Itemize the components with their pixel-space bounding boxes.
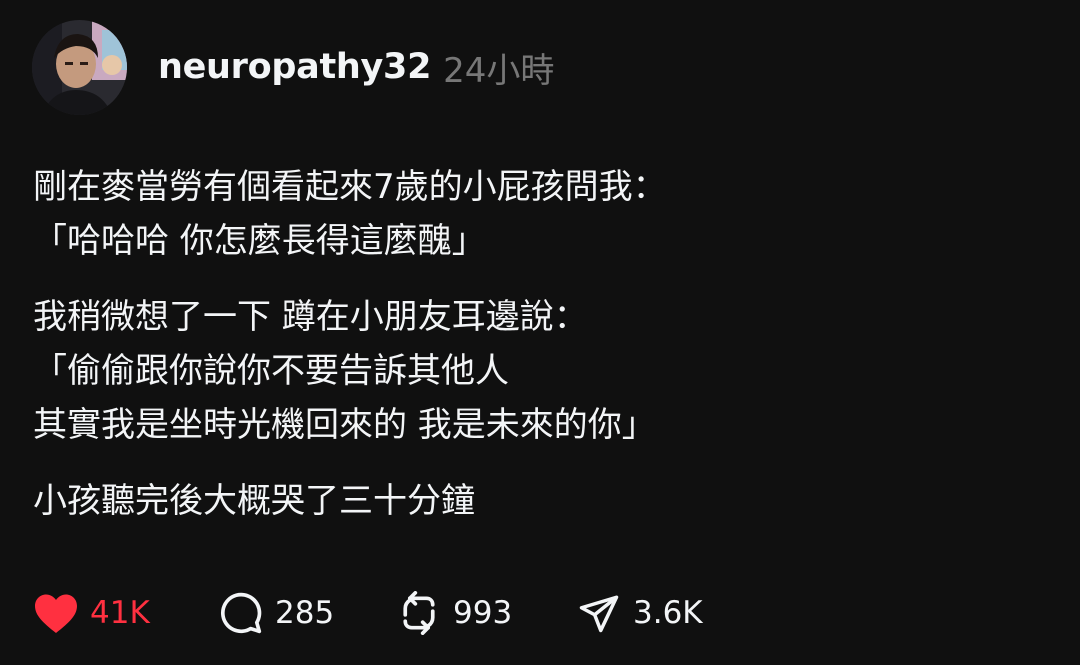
paragraph: 剛在麥當勞有個看起來7歲的小屁孩問我： 「哈哈哈 你怎麼長得這麼醜」 xyxy=(33,160,1043,268)
heart-icon xyxy=(32,589,80,637)
repost-button[interactable]: 993 xyxy=(395,589,575,637)
send-icon xyxy=(575,589,623,637)
post-body: 剛在麥當勞有個看起來7歲的小屁孩問我： 「哈哈哈 你怎麼長得這麼醜」 我稍微想了… xyxy=(33,160,1043,550)
like-button[interactable]: 41K xyxy=(32,589,217,637)
share-button[interactable]: 3.6K xyxy=(575,589,703,637)
thread-post: neuropathy32 24小時 剛在麥當勞有個看起來7歲的小屁孩問我： 「哈… xyxy=(0,0,1080,665)
text-line: 「哈哈哈 你怎麼長得這麼醜」 xyxy=(33,221,486,261)
reply-count: 285 xyxy=(275,595,335,631)
post-timestamp: 24小時 xyxy=(443,50,555,91)
text-line: 小孩聽完後大概哭了三十分鐘 xyxy=(33,481,475,521)
repost-count: 993 xyxy=(453,595,513,631)
repost-icon xyxy=(395,589,443,637)
post-header: neuropathy32 24小時 xyxy=(32,19,554,115)
comment-icon xyxy=(217,589,265,637)
paragraph: 我稍微想了一下 蹲在小朋友耳邊說： 「偷偷跟你說你不要告訴其他人 其實我是坐時光… xyxy=(33,290,1043,452)
text-line: 我稍微想了一下 蹲在小朋友耳邊說： xyxy=(33,297,588,337)
reply-button[interactable]: 285 xyxy=(217,589,395,637)
text-line: 剛在麥當勞有個看起來7歲的小屁孩問我： xyxy=(33,167,667,207)
username[interactable]: neuropathy32 xyxy=(158,47,431,87)
like-count: 41K xyxy=(90,595,150,631)
text-line: 「偷偷跟你說你不要告訴其他人 xyxy=(33,351,509,391)
avatar-image xyxy=(32,19,127,115)
share-count: 3.6K xyxy=(633,595,703,631)
action-bar: 41K 285 993 3.6K xyxy=(32,588,703,638)
paragraph: 小孩聽完後大概哭了三十分鐘 xyxy=(33,474,1043,528)
avatar[interactable] xyxy=(32,19,127,115)
text-line: 其實我是坐時光機回來的 我是未來的你」 xyxy=(33,405,656,445)
